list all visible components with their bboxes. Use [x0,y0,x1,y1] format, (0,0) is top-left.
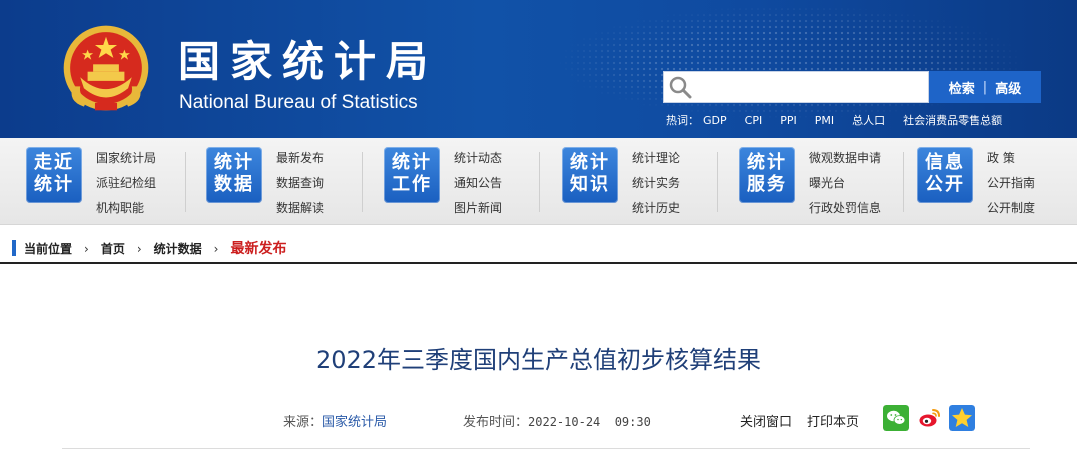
advanced-search-button[interactable]: 高级 [995,78,1021,97]
hotword-link[interactable]: 总人口 [852,114,885,127]
nav-link[interactable]: 统计实务 [632,171,680,196]
nav-badge-text: 公开 [925,174,965,195]
nav-links: 最新发布 数据查询 数据解读 [276,146,324,221]
breadcrumb-item-data[interactable]: 统计数据 [154,242,202,256]
breadcrumb-bar: 当前位置 › 首页 › 统计数据 › 最新发布 [0,226,1077,264]
source-value: 国家统计局 [322,415,388,430]
nav-link[interactable]: 微观数据申请 [809,146,881,171]
search-input[interactable] [698,72,928,102]
nav-badge-text: 统计 [34,174,74,195]
hotwords-bar: 热词： GDP CPI PPI PMI 总人口 社会消费品零售总额 [666,112,1020,128]
hotword-link[interactable]: GDP [703,114,727,127]
hotword-link[interactable]: PPI [780,114,797,127]
wechat-share-icon[interactable] [883,405,909,431]
nav-link[interactable]: 通知公告 [454,171,502,196]
nav-badge-text: 统计 [570,152,610,173]
search-button-group: 检索 | 高级 [929,71,1041,103]
nav-badge-about[interactable]: 走近 统计 [26,147,82,203]
close-window-link[interactable]: 关闭窗口 [740,411,792,430]
nav-divider [539,152,540,212]
nav-badge-service[interactable]: 统计 服务 [739,147,795,203]
main-nav: 走近 统计 国家统计局 派驻纪检组 机构职能 统计 数据 最新发布 数据查询 数… [0,138,1077,225]
nav-badge-knowledge[interactable]: 统计 知识 [562,147,618,203]
breadcrumb-label: 当前位置 [24,242,73,256]
nav-badge-text: 数据 [214,174,254,195]
date-value: 2022-10-24 09:30 [528,415,651,429]
breadcrumb: 当前位置 › 首页 › 统计数据 › 最新发布 [24,238,286,258]
nav-badge-text: 走近 [34,152,74,173]
hotword-link[interactable]: PMI [815,114,834,127]
search-button[interactable]: 检索 [949,78,975,97]
nav-link[interactable]: 统计动态 [454,146,502,171]
emblem-icon [63,25,149,111]
date-label: 发布时间： [463,415,529,430]
site-title[interactable]: 国家统计局 [178,28,438,89]
print-page-link[interactable]: 打印本页 [807,411,859,430]
weibo-share-icon[interactable] [916,405,942,431]
nav-links: 政 策 公开指南 公开制度 [987,146,1035,221]
nav-badge-disclosure[interactable]: 信息 公开 [917,147,973,203]
nav-badge-text: 统计 [392,152,432,173]
nav-link[interactable]: 图片新闻 [454,196,502,221]
nav-divider [362,152,363,212]
source-label: 来源： [283,415,323,430]
nav-links: 国家统计局 派驻纪检组 机构职能 [96,146,156,221]
breadcrumb-separator: › [136,242,142,256]
nav-link[interactable]: 政 策 [987,146,1035,171]
search-button-separator: | [982,79,988,95]
nav-link[interactable]: 统计理论 [632,146,680,171]
breadcrumb-current[interactable]: 最新发布 [230,241,286,257]
nav-divider [185,152,186,212]
breadcrumb-item-home[interactable]: 首页 [101,242,125,256]
nav-link[interactable]: 行政处罚信息 [809,196,881,221]
nav-badge-text: 信息 [925,152,965,173]
nav-badge-work[interactable]: 统计 工作 [384,147,440,203]
breadcrumb-separator: › [213,242,219,256]
hotwords-label: 热词： [666,114,699,127]
nav-link[interactable]: 公开指南 [987,171,1035,196]
nav-badge-text: 服务 [747,174,787,195]
nav-link[interactable]: 国家统计局 [96,146,156,171]
nav-links: 统计动态 通知公告 图片新闻 [454,146,502,221]
nav-divider [903,152,904,212]
search-icon [669,76,692,99]
nav-link[interactable]: 数据解读 [276,196,324,221]
site-subtitle[interactable]: National Bureau of Statistics [179,92,418,114]
breadcrumb-marker [12,240,16,256]
nav-link[interactable]: 数据查询 [276,171,324,196]
nav-link[interactable]: 派驻纪检组 [96,171,156,196]
nav-links: 统计理论 统计实务 统计历史 [632,146,680,221]
nav-divider [717,152,718,212]
nav-badge-text: 知识 [570,174,610,195]
nav-links: 微观数据申请 曝光台 行政处罚信息 [809,146,881,221]
hotword-link[interactable]: 社会消费品零售总额 [903,114,1002,127]
nav-link[interactable]: 机构职能 [96,196,156,221]
article-source: 来源：国家统计局 [283,411,387,430]
nav-link[interactable]: 最新发布 [276,146,324,171]
nav-badge-text: 统计 [214,152,254,173]
site-header: 国家统计局 National Bureau of Statistics 检索 |… [0,0,1077,138]
nav-link[interactable]: 统计历史 [632,196,680,221]
nav-link[interactable]: 公开制度 [987,196,1035,221]
hotword-link[interactable]: CPI [745,114,763,127]
article-date: 发布时间：2022-10-24 09:30 [463,411,651,430]
nav-badge-text: 工作 [392,174,432,195]
nav-badge-text: 统计 [747,152,787,173]
nav-link[interactable]: 曝光台 [809,171,881,196]
article-title: 2022年三季度国内生产总值初步核算结果 [315,346,762,374]
favorite-star-icon[interactable] [949,405,975,431]
breadcrumb-separator: › [84,242,89,256]
content-divider [62,448,1030,449]
nav-badge-data[interactable]: 统计 数据 [206,147,262,203]
search-field[interactable] [663,71,929,103]
